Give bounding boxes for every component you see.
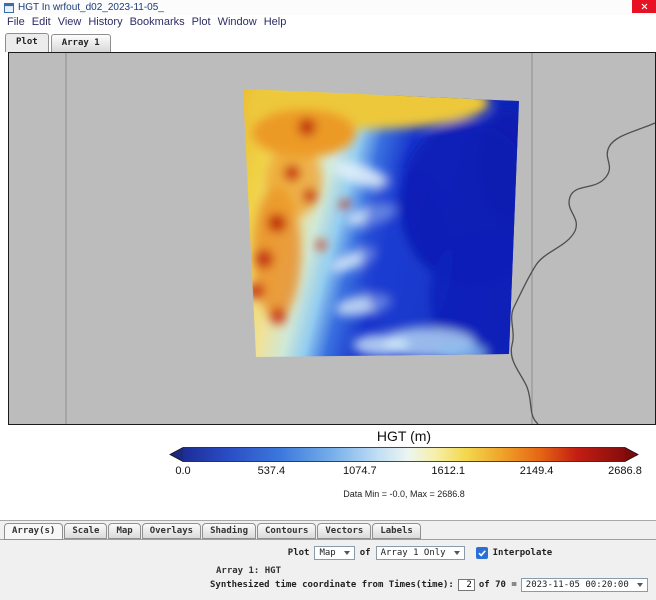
plot-type-label: Plot xyxy=(288,548,310,558)
menu-item-help[interactable]: Help xyxy=(261,16,290,28)
menu-item-file[interactable]: File xyxy=(4,16,28,28)
window-title: HGT In wrfout_d02_2023-11-05_ xyxy=(18,2,164,13)
menu-item-edit[interactable]: Edit xyxy=(29,16,54,28)
panel-tab-bar: Array(s) Scale Map Overlays Shading Cont… xyxy=(4,523,421,539)
time-row: Synthesized time coordinate from Times(t… xyxy=(210,578,648,592)
colorbar-ticks: 0.0 537.4 1074.7 1612.1 2149.4 2686.8 xyxy=(168,465,640,478)
time-coord-label: Synthesized time coordinate from Times(t… xyxy=(210,580,454,590)
colorbar-tick: 0.0 xyxy=(175,465,190,477)
interpolate-checkbox[interactable] xyxy=(476,547,488,559)
chevron-down-icon xyxy=(454,551,460,555)
legend-area: HGT (m) xyxy=(0,425,656,520)
view-tab-bar: Plot Array 1 xyxy=(0,29,656,52)
panel-tab-scale[interactable]: Scale xyxy=(64,523,107,539)
of-label: of xyxy=(360,548,371,558)
coastline xyxy=(511,123,655,424)
terrain-map xyxy=(234,77,535,366)
colorbar-tick: 1074.7 xyxy=(343,465,377,477)
time-index-input[interactable] xyxy=(458,579,475,591)
panel-tab-arrays[interactable]: Array(s) xyxy=(4,523,63,540)
control-panel: Array(s) Scale Map Overlays Shading Cont… xyxy=(0,520,656,600)
panel-tab-shading[interactable]: Shading xyxy=(202,523,256,539)
tab-plot[interactable]: Plot xyxy=(5,33,49,52)
array-scope-select[interactable]: Array 1 Only xyxy=(376,546,465,560)
map-plot xyxy=(9,53,655,424)
panel-tab-divider xyxy=(0,539,656,540)
check-icon xyxy=(477,548,487,558)
colorbar-tick: 537.4 xyxy=(258,465,286,477)
chevron-down-icon xyxy=(637,583,643,587)
colorbar xyxy=(168,446,640,463)
colorbar-tick: 2686.8 xyxy=(608,465,642,477)
menu-item-plot[interactable]: Plot xyxy=(189,16,214,28)
plot-type-value: Map xyxy=(319,548,335,558)
plot-type-select[interactable]: Map xyxy=(314,546,354,560)
chevron-down-icon xyxy=(344,551,350,555)
time-select[interactable]: 2023-11-05 00:20:00 xyxy=(521,578,648,592)
menu-item-bookmarks[interactable]: Bookmarks xyxy=(127,16,188,28)
plot-stats: Data Min = -0.0, Max = 2686.8 xyxy=(343,489,465,499)
plot-controls-row: Plot Map of Array 1 Only Interpolate xyxy=(92,546,656,560)
colorbar-gradient xyxy=(168,446,640,463)
colorbar-left-arrow xyxy=(170,448,183,462)
panel-tab-labels[interactable]: Labels xyxy=(372,523,421,539)
panel-tab-overlays[interactable]: Overlays xyxy=(142,523,201,539)
panoply-window: HGT In wrfout_d02_2023-11-05_ File Edit … xyxy=(0,0,656,600)
time-count-label: of 70 = xyxy=(479,580,517,590)
colorbar-tick: 2149.4 xyxy=(520,465,554,477)
time-value: 2023-11-05 00:20:00 xyxy=(526,580,629,590)
array-info: Array 1: HGT xyxy=(216,566,281,576)
array-scope-value: Array 1 Only xyxy=(381,548,446,558)
panel-tab-vectors[interactable]: Vectors xyxy=(317,523,371,539)
close-icon xyxy=(641,3,648,10)
tab-array-1[interactable]: Array 1 xyxy=(51,34,111,52)
title-bar: HGT In wrfout_d02_2023-11-05_ xyxy=(0,0,656,15)
menu-item-view[interactable]: View xyxy=(55,16,85,28)
colorbar-tick: 1612.1 xyxy=(431,465,465,477)
menu-item-history[interactable]: History xyxy=(85,16,125,28)
menu-bar: File Edit View History Bookmarks Plot Wi… xyxy=(0,15,656,29)
app-icon xyxy=(4,3,14,13)
panel-tab-contours[interactable]: Contours xyxy=(257,523,316,539)
panel-tab-map[interactable]: Map xyxy=(108,523,140,539)
colorbar-right-arrow xyxy=(625,448,638,462)
menu-item-window[interactable]: Window xyxy=(215,16,260,28)
interpolate-label: Interpolate xyxy=(493,548,553,558)
plot-canvas xyxy=(8,52,656,425)
colorbar-title: HGT (m) xyxy=(377,428,431,444)
close-button[interactable] xyxy=(632,0,656,13)
